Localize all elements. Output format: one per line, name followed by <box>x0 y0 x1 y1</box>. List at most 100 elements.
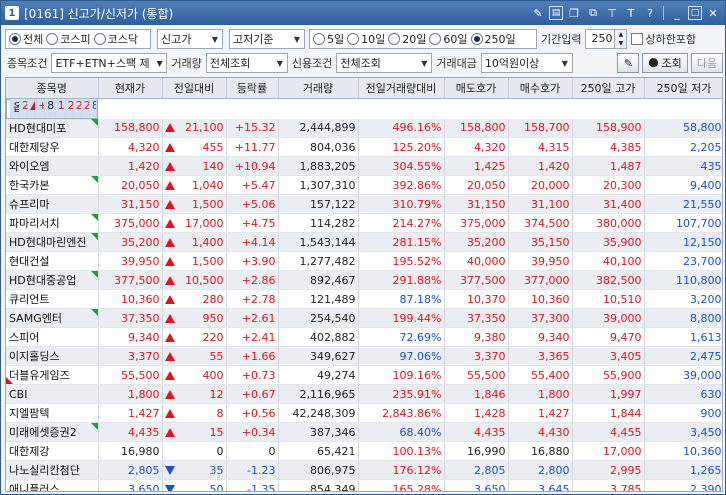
table-row[interactable]: 대한제당우 4,320 455 +11.77 804,036 125.20% 4,320 4,… <box>6 137 722 157</box>
link-icon[interactable]: ▤ <box>549 6 563 20</box>
table-row[interactable]: 더블유게임즈 55,500 400 +0.73 49,274 109.16% 55,500 5… <box>6 365 722 385</box>
table-row[interactable]: 애니플러스 3,650 50 -1.35 854,349 165.28% 3,650 3,64… <box>6 479 722 491</box>
cell-name[interactable]: 파마리서치 <box>6 213 99 233</box>
cell-name[interactable]: CBI <box>6 384 99 404</box>
table-row[interactable]: HD현대미포 158,800 21,100 +15.32 2,444,899 496.16… <box>6 118 722 138</box>
period-spinner[interactable]: ▲ ▼ <box>615 29 628 49</box>
volume-select[interactable]: 전체조회 ▼ <box>205 53 288 73</box>
font-size-icon[interactable]: T <box>623 5 639 21</box>
table-row[interactable]: 슈프리마 31,150 1,500 +5.06 157,122 310.79% 31,150… <box>6 194 722 214</box>
layout-icon[interactable]: ⧉ <box>585 5 601 21</box>
table-row[interactable]: HD현대마린엔진 35,200 1,400 +4.14 1,543,144 281.15%… <box>6 232 722 252</box>
table-row[interactable]: 파마리서치 375,000 17,000 +4.75 114,282 214.27% 375… <box>6 213 722 233</box>
cell-name[interactable]: 나노실리칸첨단 <box>6 460 99 480</box>
col-header[interactable]: 종목명 <box>6 78 99 99</box>
col-header[interactable]: 전일거래량대비 <box>358 78 445 99</box>
table-row[interactable]: 스피어 9,340 220 +2.41 402,882 72.69% 9,380 9,340 9… <box>6 327 722 347</box>
col-header[interactable]: 현재가 <box>98 78 163 99</box>
credit-select[interactable]: 전체조회 ▼ <box>336 53 433 73</box>
cell-name[interactable]: 대한제당우 <box>6 137 99 157</box>
cell-name[interactable]: 슈프리마 <box>6 194 99 214</box>
col-header[interactable]: 250일 저가 <box>644 78 722 99</box>
radio-period-5[interactable]: 5일 <box>313 31 344 47</box>
table-row[interactable]: 와이오엠 1,420 140 +10.94 1,883,205 304.55% 1,425 1… <box>6 156 722 176</box>
table-row[interactable]: HD현대중공업 377,500 10,500 +2.86 892,467 291.88% 3… <box>6 270 722 290</box>
cell-name[interactable]: HD현대마린엔진 <box>6 232 99 252</box>
cell-name[interactable]: SAMG엔터 <box>6 308 99 328</box>
col-header[interactable]: 등락률 <box>226 78 279 99</box>
radio-period-60[interactable]: 60일 <box>429 31 468 47</box>
col-header[interactable]: 250일 고가 <box>572 78 645 99</box>
radio-period-10[interactable]: 10일 <box>347 31 385 47</box>
next-button[interactable]: 다음 <box>690 53 723 73</box>
cell-name[interactable]: 옵티코어 <box>10 99 20 118</box>
table-row[interactable]: 이지홀딩스 3,370 55 +1.66 349,627 97.06% 3,370 3,365… <box>6 346 722 366</box>
radio-period-250[interactable]: 250일 <box>470 31 516 47</box>
col-header[interactable]: 거래량 <box>278 78 359 99</box>
cell-name[interactable]: 이지홀딩스 <box>6 346 99 366</box>
amount-select[interactable]: 10억원이상 ▼ <box>480 53 573 73</box>
table-row[interactable]: 지엘팜텍 1,427 8 +0.56 42,248,309 2,843.86% 1,428 1… <box>6 403 722 423</box>
period-input[interactable]: 250 <box>585 29 616 49</box>
cell-name[interactable]: HD현대미포 <box>6 118 99 138</box>
spin-up-icon[interactable]: ▲ <box>619 31 624 38</box>
radio-dot[interactable] <box>46 33 59 45</box>
table-row[interactable]: CBI 1,800 12 +0.67 2,116,965 235.91% 1,846 1,80… <box>6 384 722 404</box>
chevron-down-icon[interactable]: ▼ <box>153 54 167 72</box>
radio-dot[interactable] <box>313 33 325 45</box>
cell-name[interactable]: 지엘팜텍 <box>6 403 99 423</box>
pin-icon[interactable]: ⊤ <box>604 5 620 21</box>
minimize-icon[interactable]: _ <box>669 5 685 21</box>
radio-market-kosdaq[interactable]: 코스닥 <box>93 31 138 47</box>
col-header[interactable]: 전일대비 <box>162 78 227 99</box>
table-row[interactable]: 나노실리칸첨단 2,805 35 -1.23 806,975 176.12% 2,805 2,… <box>6 460 722 480</box>
radio-dot[interactable] <box>347 33 360 45</box>
cell-name[interactable]: 큐리언트 <box>6 289 99 309</box>
cell-name[interactable]: 스피어 <box>6 327 99 347</box>
cell-name[interactable]: 한국카본 <box>6 175 99 195</box>
cell-name[interactable]: HD현대중공업 <box>6 270 99 290</box>
chevron-down-icon[interactable]: ▼ <box>290 30 304 48</box>
radio-dot[interactable] <box>388 33 401 45</box>
maximize-icon[interactable]: □ <box>688 6 702 20</box>
help-icon[interactable]: ? <box>642 5 658 21</box>
close-icon[interactable]: ✕ <box>705 5 721 21</box>
cell-ask: 16,990 <box>444 441 509 461</box>
table-row[interactable]: SAMG엔터 37,350 950 +2.61 254,540 199.44% 37,350… <box>6 308 722 328</box>
col-header[interactable]: 매도호가 <box>444 78 509 99</box>
radio-dot[interactable] <box>470 33 483 45</box>
cell-name[interactable]: 더블유게임즈 <box>6 365 99 385</box>
col-header[interactable]: 매수호가 <box>508 78 573 99</box>
cell-name[interactable]: 미래에셋증권2 <box>6 422 99 442</box>
cell-volume: 121,489 <box>278 289 359 309</box>
limit-checkbox[interactable] <box>631 33 644 45</box>
basis-select[interactable]: 고저기준 ▼ <box>229 29 305 49</box>
radio-dot[interactable] <box>429 33 442 45</box>
table-row[interactable]: 한국카본 20,050 1,040 +5.47 1,307,310 392.86% 20,0… <box>6 175 722 195</box>
cell-name[interactable]: 애니플러스 <box>6 479 99 491</box>
cell-name[interactable]: 대한제강 <box>6 441 99 461</box>
radio-dot[interactable] <box>9 33 21 45</box>
table-row[interactable]: 미래에셋증권2 4,435 15 +0.34 387,346 68.40% 4,435 4,4… <box>6 422 722 442</box>
radio-market-kospi[interactable]: 코스피 <box>46 31 91 47</box>
window-icon[interactable]: ❐ <box>566 5 582 21</box>
chevron-down-icon[interactable]: ▼ <box>273 54 287 72</box>
chevron-down-icon[interactable]: ▼ <box>558 54 572 72</box>
radio-period-20[interactable]: 20일 <box>388 31 426 47</box>
spin-down-icon[interactable]: ▼ <box>619 40 624 47</box>
chevron-down-icon[interactable]: ▼ <box>417 54 431 72</box>
cell-name[interactable]: 현대건설 <box>6 251 99 271</box>
table-row[interactable]: 대한제강 16,980 0 0 65,421 100.13% 16,990 16,880 17,… <box>6 441 722 461</box>
stock-cond-select[interactable]: ETF+ETN+스팩 제 ▼ <box>51 53 168 73</box>
table-row[interactable]: 큐리언트 10,360 280 +2.78 121,489 87.18% 10,370 10,… <box>6 289 722 309</box>
search-button[interactable]: ⬤ 조회 <box>642 53 688 73</box>
cell-name[interactable]: 와이오엠 <box>6 156 99 176</box>
radio-market-all[interactable]: 전체 <box>9 31 43 47</box>
settings-button[interactable]: ✎ <box>617 53 640 73</box>
type-select[interactable]: 신고가 ▼ <box>157 29 223 49</box>
radio-dot[interactable] <box>93 33 106 45</box>
table-row[interactable]: 현대건설 39,950 1,500 +3.90 1,277,482 195.52% 40,0… <box>6 251 722 271</box>
table-row[interactable]: 옵티코어2,425350+16.878,592,407164.14%2,4502… <box>6 98 98 119</box>
chevron-down-icon[interactable]: ▼ <box>208 30 222 48</box>
chat-icon[interactable]: ✎ <box>530 5 546 21</box>
